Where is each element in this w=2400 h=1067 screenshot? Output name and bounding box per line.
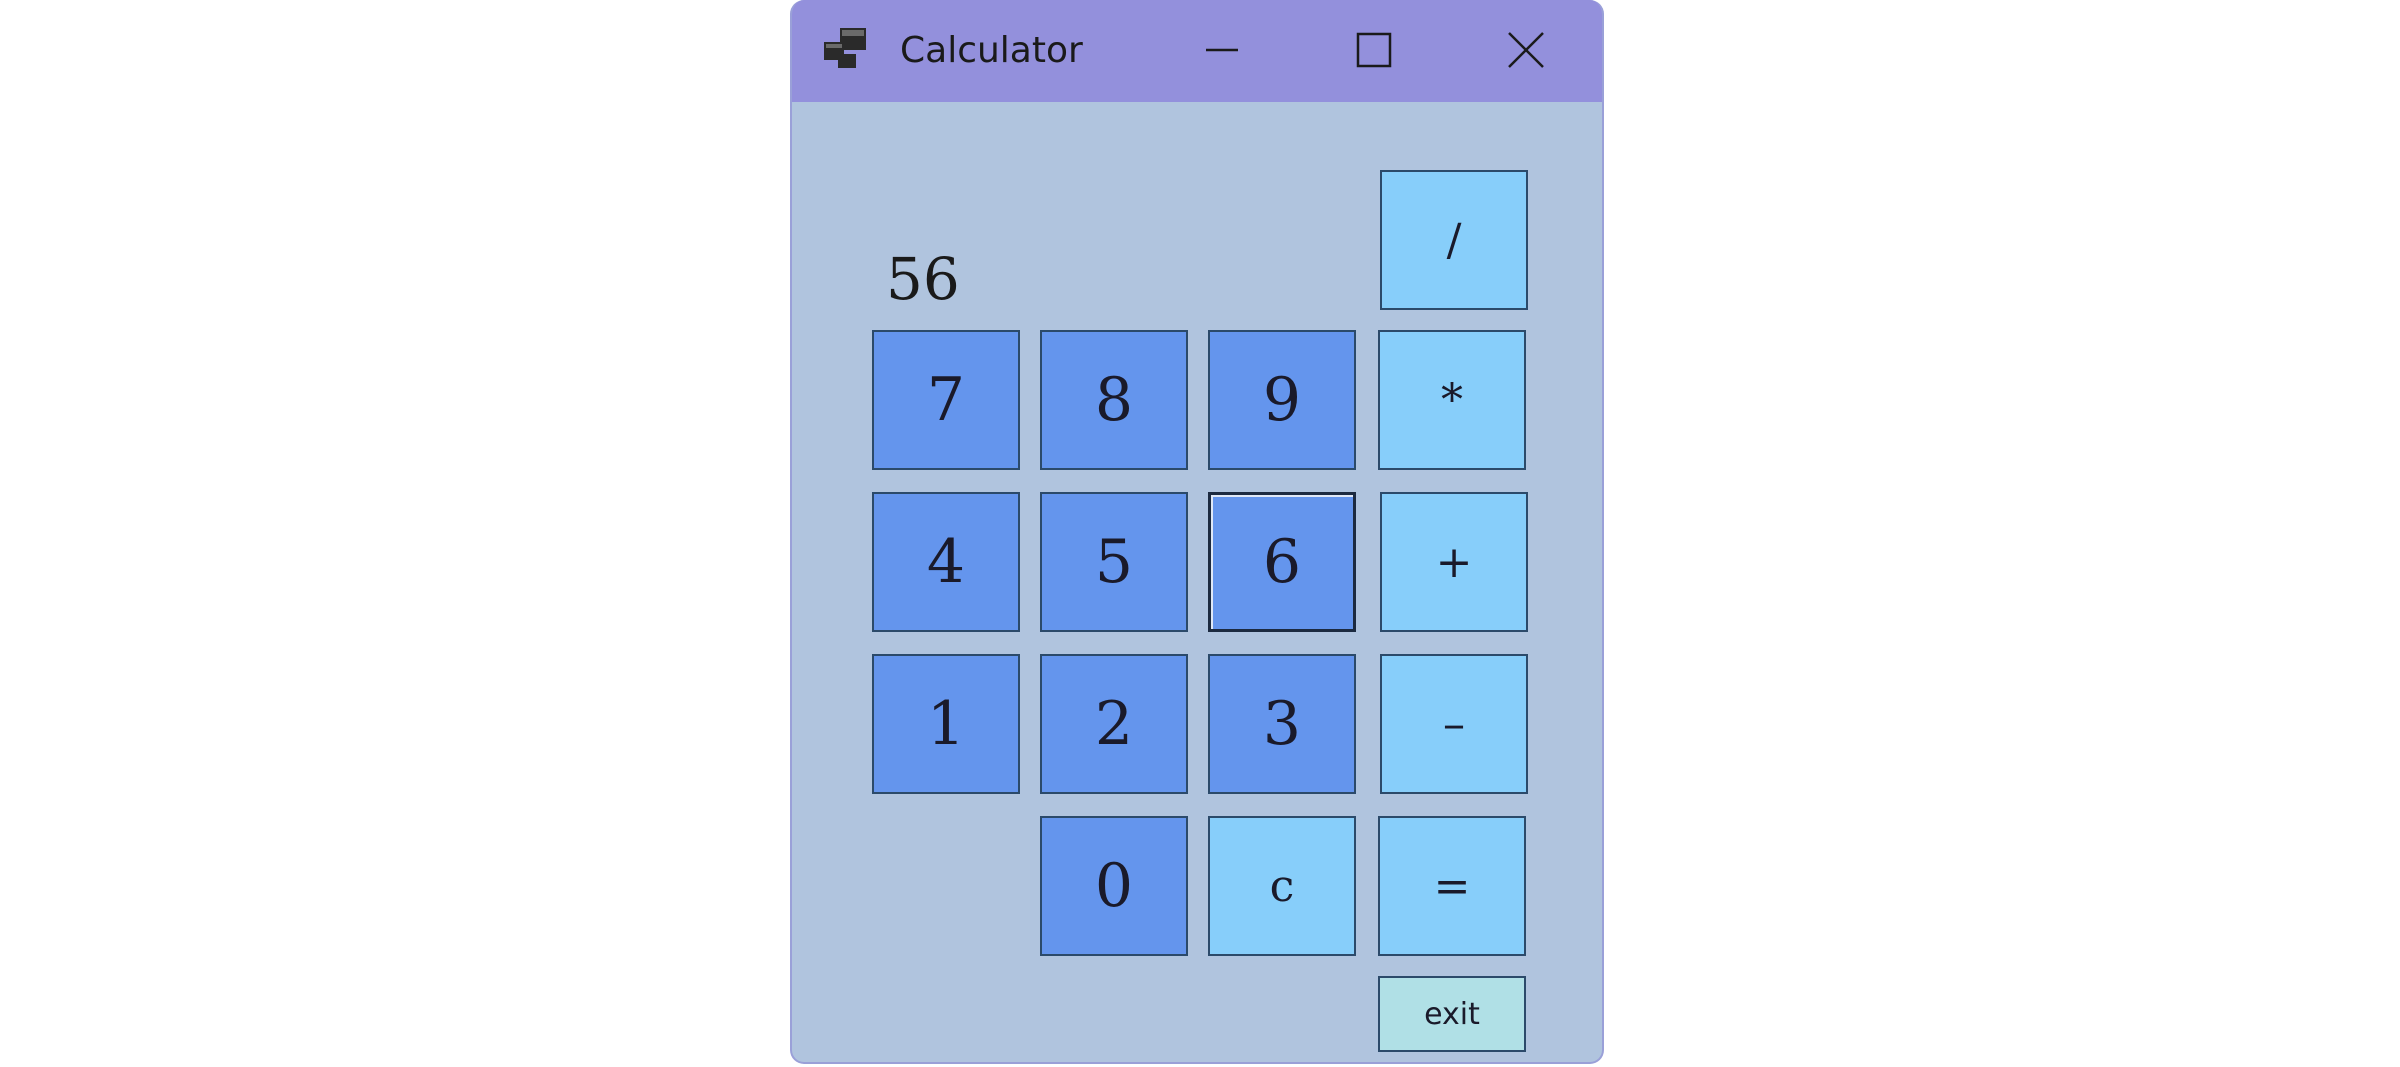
equals-button[interactable]: = (1378, 816, 1526, 956)
eight-button[interactable]: 8 (1040, 330, 1188, 470)
minimize-button[interactable] (1192, 22, 1252, 78)
four-button[interactable]: 4 (872, 492, 1020, 632)
exit-button[interactable]: exit (1378, 976, 1526, 1052)
close-button[interactable] (1496, 22, 1556, 78)
nine-button[interactable]: 9 (1208, 330, 1356, 470)
window-title: Calculator (900, 30, 1083, 71)
calculator-window: Calculator 56 / * + – = exit 7 8 9 4 5 6… (790, 0, 1604, 1064)
minimize-icon (1206, 48, 1238, 52)
result-display: 56 (886, 245, 960, 313)
plus-button[interactable]: + (1380, 492, 1528, 632)
two-button[interactable]: 2 (1040, 654, 1188, 794)
three-button[interactable]: 3 (1208, 654, 1356, 794)
title-bar[interactable]: Calculator (792, 0, 1602, 102)
maximize-button[interactable] (1344, 22, 1404, 78)
maximize-icon (1356, 32, 1392, 68)
one-button[interactable]: 1 (872, 654, 1020, 794)
zero-button[interactable]: 0 (1040, 816, 1188, 956)
six-button[interactable]: 6 (1208, 492, 1356, 632)
minus-button[interactable]: – (1380, 654, 1528, 794)
app-window-icon (822, 26, 870, 70)
five-button[interactable]: 5 (1040, 492, 1188, 632)
clear-button[interactable]: c (1208, 816, 1356, 956)
divide-button[interactable]: / (1380, 170, 1528, 310)
seven-button[interactable]: 7 (872, 330, 1020, 470)
close-icon (1508, 32, 1544, 68)
multiply-button[interactable]: * (1378, 330, 1526, 470)
